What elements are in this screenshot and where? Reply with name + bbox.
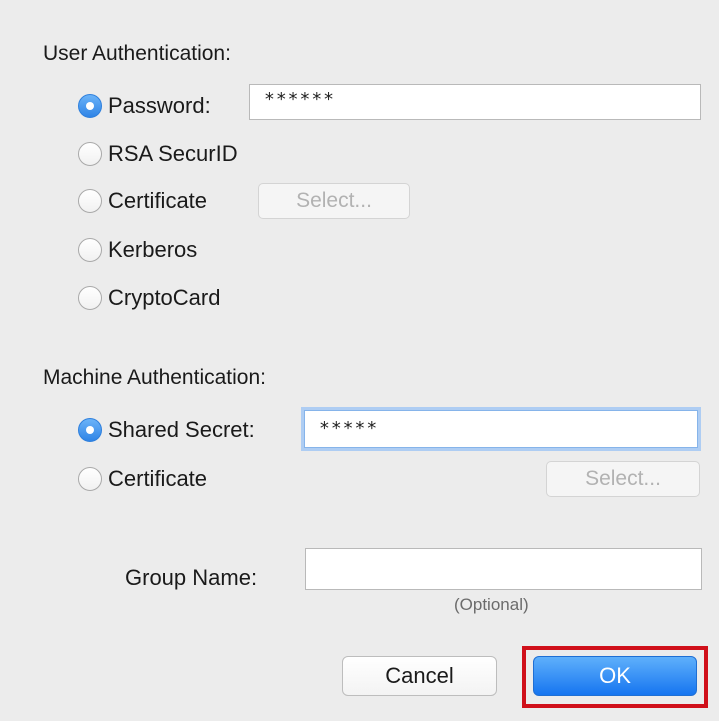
password-label: Password: [108, 93, 211, 118]
ok-button[interactable]: OK [533, 656, 697, 696]
cryptocard-radio[interactable] [78, 286, 102, 310]
machine-certificate-radio[interactable] [78, 467, 102, 491]
user-certificate-radio[interactable] [78, 189, 102, 213]
shared-secret-label: Shared Secret: [108, 417, 255, 442]
cancel-button[interactable]: Cancel [342, 656, 497, 696]
rsa-securid-label: RSA SecurID [108, 141, 238, 166]
user-auth-option-rsa-securid[interactable]: RSA SecurID [78, 139, 278, 169]
password-field[interactable]: ****** [249, 84, 701, 120]
user-auth-option-kerberos[interactable]: Kerberos [78, 235, 248, 265]
user-auth-title: User Authentication: [43, 42, 231, 65]
shared-secret-radio[interactable] [78, 418, 102, 442]
user-auth-option-certificate[interactable]: Certificate [78, 186, 248, 216]
rsa-securid-radio[interactable] [78, 142, 102, 166]
password-radio[interactable] [78, 94, 102, 118]
machine-certificate-select-button[interactable]: Select... [546, 461, 700, 497]
group-name-label: Group Name: [125, 565, 258, 590]
kerberos-label: Kerberos [108, 237, 198, 262]
machine-auth-option-certificate[interactable]: Certificate [78, 464, 258, 494]
user-certificate-label: Certificate [108, 188, 208, 213]
machine-auth-option-shared-secret[interactable]: Shared Secret: [78, 415, 293, 445]
machine-certificate-label: Certificate [108, 466, 208, 491]
user-certificate-select-button[interactable]: Select... [258, 183, 410, 219]
group-name-field[interactable] [305, 548, 702, 590]
shared-secret-field[interactable]: ***** [304, 410, 698, 448]
user-auth-option-password[interactable]: Password: [78, 91, 248, 121]
user-auth-option-cryptocard[interactable]: CryptoCard [78, 283, 268, 313]
cryptocard-label: CryptoCard [108, 285, 221, 310]
machine-auth-title: Machine Authentication: [43, 366, 266, 389]
kerberos-radio[interactable] [78, 238, 102, 262]
group-name-optional-hint: (Optional) [454, 595, 529, 614]
